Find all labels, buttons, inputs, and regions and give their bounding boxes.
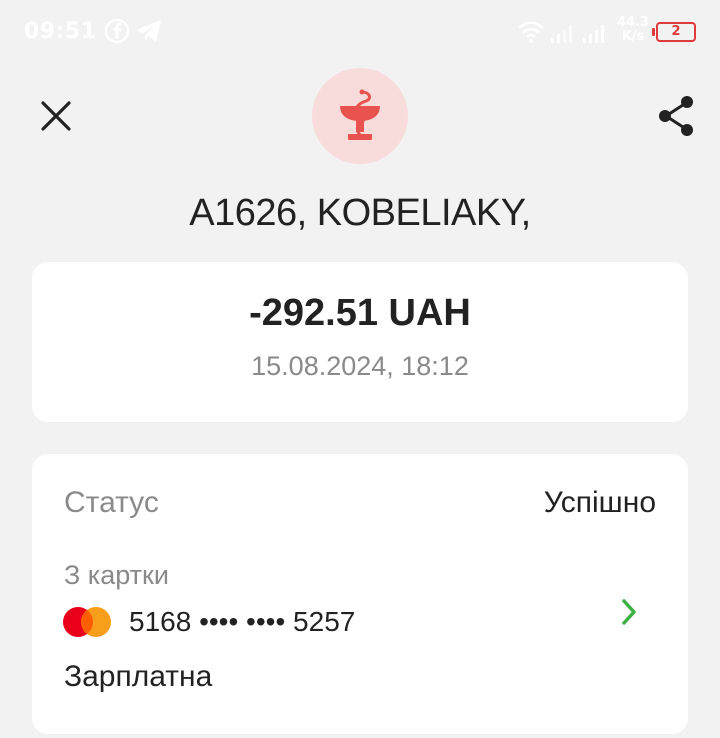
signal-icon [582,22,608,49]
card-number: 5168 •••• •••• 5257 [129,606,356,637]
facebook-icon [104,18,130,49]
status-label: Статус [64,486,159,519]
close-button[interactable] [36,96,76,136]
signal-icon [550,22,574,49]
battery-icon: 2 [652,22,696,42]
clock: 09:51 [24,19,97,44]
card-name: Зарплатна [64,660,213,693]
pharmacy-icon [340,89,380,140]
amount-card [32,262,688,422]
telegram-icon [134,18,164,49]
status-bar: 09:51 44.3 K/s 2 [0,0,720,64]
share-icon [659,96,693,136]
merchant-logo [312,68,408,164]
network-speed: 44.3 K/s [616,15,650,44]
from-card-label: З картки [64,560,169,590]
share-button[interactable] [654,94,698,138]
transaction-amount: -292.51 UAH [249,292,471,334]
wifi-icon [518,20,544,49]
close-icon [41,101,71,131]
status-value: Успішно [543,486,656,519]
transaction-datetime: 15.08.2024, 18:12 [251,351,469,381]
mastercard-icon [63,607,111,637]
chevron-right-icon[interactable] [616,598,644,626]
merchant-name: A1626, KOBELIAKY, [189,192,531,234]
source-card-row[interactable]: 5168 •••• •••• 5257 [62,598,662,648]
